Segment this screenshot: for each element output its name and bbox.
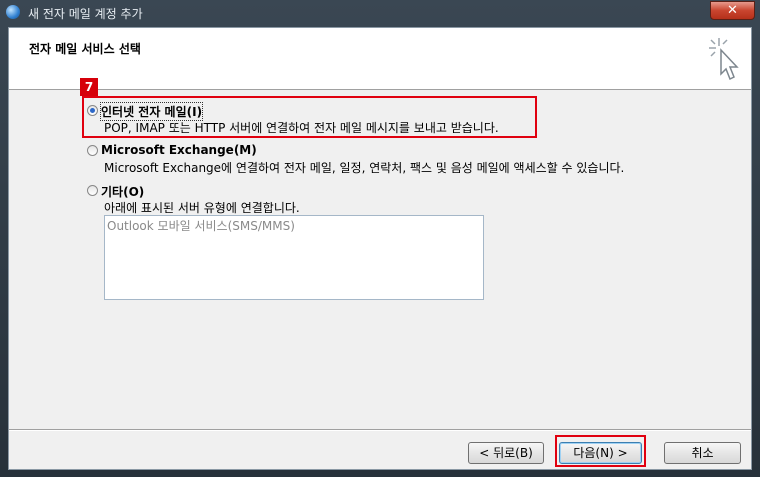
option-internet-email-label[interactable]: 인터넷 전자 메일(I) [99, 102, 204, 121]
radio-exchange[interactable] [87, 145, 98, 156]
wizard-header: 전자 메일 서비스 선택 [9, 28, 751, 90]
outlook-app-icon [6, 5, 20, 19]
other-service-list[interactable]: Outlook 모바일 서비스(SMS/MMS) [104, 215, 484, 300]
list-item-outlook-mobile[interactable]: Outlook 모바일 서비스(SMS/MMS) [107, 217, 295, 234]
footer-separator [9, 429, 751, 431]
radio-other[interactable] [87, 185, 98, 196]
option-other-label[interactable]: 기타(O) [101, 183, 144, 200]
title-bar[interactable]: 새 전자 메일 계정 추가 ✕ [0, 0, 760, 24]
back-button[interactable]: < 뒤로(B) [468, 442, 544, 464]
close-button[interactable]: ✕ [710, 1, 755, 20]
option-internet-email-description: POP, IMAP 또는 HTTP 서버에 연결하여 전자 메일 메시지를 보내… [104, 121, 499, 135]
page-title: 전자 메일 서비스 선택 [29, 42, 141, 56]
option-exchange-label[interactable]: Microsoft Exchange(M) [101, 143, 257, 157]
option-exchange-description: Microsoft Exchange에 연결하여 전자 메일, 일정, 연락처,… [104, 161, 625, 175]
cancel-button[interactable]: 취소 [664, 442, 741, 464]
step-number-badge: 7 [80, 78, 98, 96]
window-title: 새 전자 메일 계정 추가 [28, 7, 143, 21]
radio-internet-email[interactable] [87, 105, 98, 116]
option-other-description: 아래에 표시된 서버 유형에 연결합니다. [104, 201, 300, 215]
dialog-client-area: 전자 메일 서비스 선택 7 인터넷 전자 메일(I) POP, IMAP 또는… [8, 27, 752, 470]
wizard-cursor-icon [709, 38, 739, 81]
dialog-window: 새 전자 메일 계정 추가 ✕ 전자 메일 서비스 선택 7 인터넷 전자 메일… [0, 0, 760, 477]
next-button[interactable]: 다음(N) > [559, 442, 642, 464]
